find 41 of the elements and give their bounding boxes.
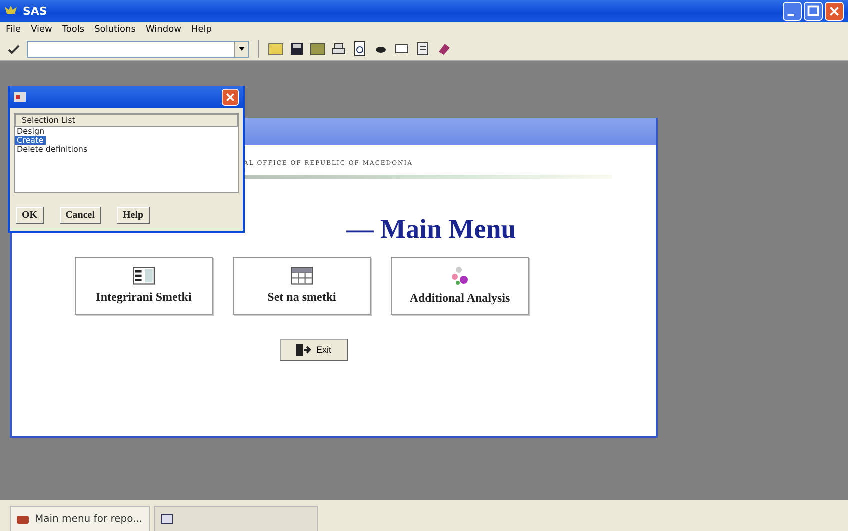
list-icon bbox=[133, 267, 155, 285]
folder-icon[interactable] bbox=[268, 41, 284, 57]
list-item[interactable]: Delete definitions bbox=[15, 145, 90, 154]
preview-icon[interactable] bbox=[352, 41, 368, 57]
minimize-icon[interactable] bbox=[783, 2, 802, 20]
dropdown-icon[interactable] bbox=[238, 45, 246, 53]
menu-item[interactable]: Tools bbox=[62, 25, 85, 35]
molecule-icon bbox=[450, 266, 470, 286]
menu-item[interactable]: Solutions bbox=[94, 25, 136, 35]
list-item[interactable]: Design bbox=[15, 127, 47, 136]
paste-icon[interactable] bbox=[415, 41, 431, 57]
report-button[interactable]: Additional Analysis bbox=[391, 257, 529, 315]
exit-icon bbox=[296, 344, 312, 356]
command-field[interactable] bbox=[27, 40, 249, 58]
taskbar-item[interactable]: Main menu for repo... bbox=[10, 506, 150, 531]
list-header: Selection List bbox=[15, 114, 238, 127]
close-icon[interactable] bbox=[825, 2, 844, 20]
maximize-icon[interactable] bbox=[804, 2, 823, 20]
printer-icon[interactable] bbox=[331, 41, 347, 57]
window-icon bbox=[160, 514, 173, 524]
table-icon bbox=[291, 267, 313, 285]
eraser-icon[interactable] bbox=[436, 41, 452, 57]
window-icon bbox=[14, 92, 26, 102]
dialog-button[interactable]: Help bbox=[117, 207, 150, 224]
report-button[interactable]: Integrirani Smetki bbox=[75, 257, 213, 315]
menu-item[interactable]: Window bbox=[146, 25, 182, 35]
report-heading: — Main Menu bbox=[346, 214, 516, 245]
window-title: SAS bbox=[23, 4, 48, 18]
dialog-button[interactable]: Cancel bbox=[60, 207, 102, 224]
folder-icon[interactable] bbox=[310, 41, 326, 57]
close-icon[interactable] bbox=[222, 88, 239, 106]
exit-button[interactable]: Exit bbox=[280, 339, 348, 361]
app-icon bbox=[4, 5, 18, 17]
dialog-button[interactable]: OK bbox=[16, 207, 44, 224]
menu-item[interactable]: File bbox=[6, 25, 22, 35]
menu-item[interactable]: View bbox=[31, 25, 52, 35]
save-icon[interactable] bbox=[289, 41, 305, 57]
menu-item[interactable]: Help bbox=[191, 25, 212, 35]
briefcase-icon bbox=[17, 514, 29, 524]
report-button[interactable]: Set na smetki bbox=[233, 257, 371, 315]
list-item[interactable]: Create bbox=[15, 136, 46, 145]
